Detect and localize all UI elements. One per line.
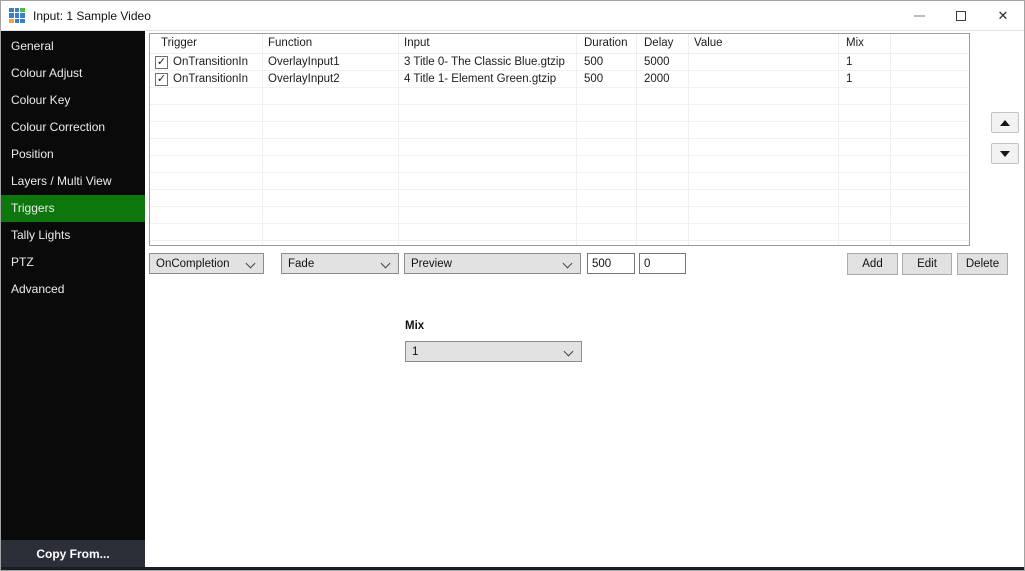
trigger-enabled-checkbox[interactable]: ✓	[155, 56, 168, 69]
sidebar-item-position[interactable]: Position	[1, 141, 145, 168]
sidebar-item-advanced[interactable]: Advanced	[1, 276, 145, 303]
cell-input: 3 Title 0- The Classic Blue.gtzip	[399, 54, 577, 70]
delete-button[interactable]: Delete	[957, 253, 1008, 275]
sidebar-item-ptz[interactable]: PTZ	[1, 249, 145, 276]
column-header-input[interactable]: Input	[399, 34, 577, 53]
table-row-empty	[150, 207, 969, 224]
chevron-down-icon	[246, 259, 256, 269]
cell-value	[689, 54, 839, 70]
cell-extra	[891, 54, 969, 70]
delay-input[interactable]	[639, 253, 686, 274]
add-button[interactable]: Add	[847, 253, 898, 275]
window-title: Input: 1 Sample Video	[33, 9, 151, 23]
cell-value	[689, 71, 839, 87]
column-header-mix[interactable]: Mix	[839, 34, 891, 53]
window-controls: ✕	[898, 1, 1024, 30]
sidebar-item-colour-adjust[interactable]: Colour Adjust	[1, 60, 145, 87]
trigger-name: OnTransitionIn	[173, 54, 248, 70]
sidebar-menu: GeneralColour AdjustColour KeyColour Cor…	[1, 31, 145, 303]
sidebar-item-layers-multi-view[interactable]: Layers / Multi View	[1, 168, 145, 195]
cell-delay: 5000	[637, 54, 689, 70]
table-row-empty	[150, 122, 969, 139]
cell-extra	[891, 71, 969, 87]
sidebar-item-general[interactable]: General	[1, 33, 145, 60]
table-row-empty	[150, 105, 969, 122]
column-header-value[interactable]: Value	[689, 34, 839, 53]
copy-from-button[interactable]: Copy From...	[1, 540, 145, 567]
duration-input[interactable]	[587, 253, 635, 274]
sidebar: GeneralColour AdjustColour KeyColour Cor…	[1, 31, 145, 567]
cell-trigger[interactable]: ✓ OnTransitionIn	[150, 71, 263, 87]
up-arrow-icon	[1000, 120, 1010, 126]
sidebar-item-colour-correction[interactable]: Colour Correction	[1, 114, 145, 141]
minimize-icon	[914, 15, 925, 17]
close-button[interactable]: ✕	[982, 1, 1024, 30]
cell-input: 4 Title 1- Element Green.gtzip	[399, 71, 577, 87]
table-row[interactable]: ✓ OnTransitionIn OverlayInput13 Title 0- T…	[150, 54, 969, 71]
cell-trigger[interactable]: ✓ OnTransitionIn	[150, 54, 263, 70]
table-row-empty	[150, 224, 969, 241]
cell-mix: 1	[839, 71, 891, 87]
chevron-down-icon	[563, 259, 573, 269]
close-icon: ✕	[998, 9, 1009, 22]
vmix-app-icon	[9, 8, 25, 23]
mix-select[interactable]: 1	[405, 341, 582, 362]
column-header-function[interactable]: Function	[263, 34, 399, 53]
move-up-button[interactable]	[991, 112, 1019, 133]
table-row-empty	[150, 156, 969, 173]
column-header-trigger[interactable]: Trigger	[150, 34, 263, 53]
table-row[interactable]: ✓ OnTransitionIn OverlayInput24 Title 1- E…	[150, 71, 969, 88]
cell-function: OverlayInput1	[263, 54, 399, 70]
move-down-button[interactable]	[991, 143, 1019, 164]
window-bottom-border	[1, 567, 1024, 570]
trigger-name: OnTransitionIn	[173, 71, 248, 87]
table-row-empty	[150, 173, 969, 190]
triggers-table: TriggerFunctionInputDurationDelayValueMi…	[149, 33, 970, 246]
cell-mix: 1	[839, 54, 891, 70]
trigger-type-select[interactable]: OnCompletion	[149, 253, 264, 274]
column-header-delay[interactable]: Delay	[637, 34, 689, 53]
table-row-empty	[150, 139, 969, 156]
trigger-enabled-checkbox[interactable]: ✓	[155, 73, 168, 86]
chevron-down-icon	[564, 347, 574, 357]
maximize-icon	[956, 11, 966, 21]
cell-duration: 500	[577, 54, 637, 70]
triggers-panel: TriggerFunctionInputDurationDelayValueMi…	[145, 31, 1024, 567]
table-header: TriggerFunctionInputDurationDelayValueMi…	[150, 34, 969, 54]
chevron-down-icon	[381, 259, 391, 269]
input-select[interactable]: Preview	[404, 253, 581, 274]
table-body: ✓ OnTransitionIn OverlayInput13 Title 0- T…	[150, 54, 969, 246]
titlebar: Input: 1 Sample Video ✕	[1, 1, 1024, 31]
column-header-empty[interactable]	[891, 34, 969, 53]
table-row-empty	[150, 190, 969, 207]
sidebar-item-tally-lights[interactable]: Tally Lights	[1, 222, 145, 249]
table-row-empty	[150, 241, 969, 246]
cell-duration: 500	[577, 71, 637, 87]
cell-function: OverlayInput2	[263, 71, 399, 87]
column-header-duration[interactable]: Duration	[577, 34, 637, 53]
maximize-button[interactable]	[940, 1, 982, 30]
mix-label: Mix	[405, 320, 424, 332]
window-content: GeneralColour AdjustColour KeyColour Cor…	[1, 31, 1024, 567]
table-row-empty	[150, 88, 969, 105]
down-arrow-icon	[1000, 151, 1010, 157]
sidebar-item-colour-key[interactable]: Colour Key	[1, 87, 145, 114]
sidebar-item-triggers[interactable]: Triggers	[1, 195, 145, 222]
cell-delay: 2000	[637, 71, 689, 87]
function-select[interactable]: Fade	[281, 253, 399, 274]
minimize-button[interactable]	[898, 1, 940, 30]
edit-button[interactable]: Edit	[902, 253, 952, 275]
input-settings-window: Input: 1 Sample Video ✕ GeneralColour Ad…	[0, 0, 1025, 571]
